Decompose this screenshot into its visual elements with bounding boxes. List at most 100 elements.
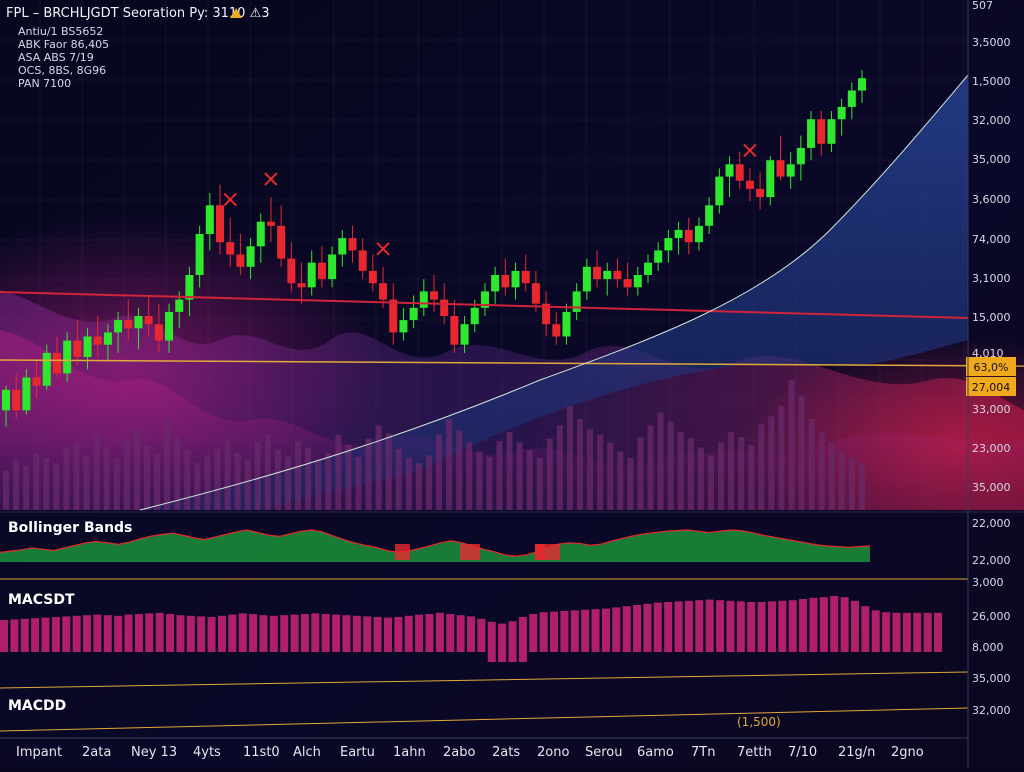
volume-bar	[53, 463, 60, 510]
candle-bearish	[501, 275, 510, 288]
macd-bar	[394, 617, 403, 652]
candle-bullish	[195, 234, 204, 275]
candle-bullish	[572, 291, 581, 312]
volume-bar	[526, 450, 533, 510]
candle-bullish	[827, 119, 836, 144]
macd-bar	[695, 600, 704, 652]
macd-bar	[383, 617, 392, 652]
candle-bullish	[22, 377, 31, 411]
volume-bar	[43, 458, 50, 510]
volume-bar	[627, 458, 634, 510]
volume-bar	[778, 406, 785, 510]
macd-bar-negative	[518, 652, 527, 662]
y-tick-label: 4,010	[972, 347, 1004, 360]
candle-bullish	[511, 270, 520, 288]
y-tick-label: 35,000	[972, 481, 1011, 494]
volume-bar	[375, 425, 382, 510]
chart-root: FPL – BRCHLJGDT Seoration Py: 3110 ⚠3 An…	[0, 0, 1024, 768]
volume-bar	[718, 442, 725, 510]
candle-bullish	[725, 164, 734, 177]
macd-bar-negative	[498, 652, 507, 662]
macd-bar	[124, 614, 133, 652]
volume-bar	[3, 471, 9, 510]
macd-bar	[581, 609, 590, 652]
macd-bar	[456, 615, 465, 652]
bollinger-bear-segment	[460, 544, 480, 560]
macd-bar	[114, 615, 123, 652]
indicator-line-2: ABK Faor 86,405	[18, 38, 109, 51]
candle-bullish	[562, 311, 571, 337]
x-tick-label: Serou	[585, 745, 623, 760]
candle-bullish	[205, 205, 214, 234]
candle-bullish	[705, 205, 714, 226]
volume-bar	[506, 432, 513, 510]
macd-bar	[425, 614, 434, 652]
candle-bearish	[297, 283, 306, 288]
macd-bar	[809, 597, 818, 652]
y-tick-label: 35,000	[972, 672, 1011, 685]
candle-bullish	[715, 176, 724, 206]
macd-bar	[20, 618, 29, 652]
candle-bullish	[766, 160, 775, 198]
candle-bullish	[2, 389, 10, 411]
volume-bar	[33, 452, 40, 510]
candle-bullish	[103, 332, 112, 345]
x-tick-label: Ney 13	[131, 745, 177, 760]
macd-bar	[404, 615, 413, 652]
volume-bar	[395, 448, 402, 510]
candle-bearish	[266, 221, 275, 226]
macd-bar	[923, 612, 932, 652]
x-tick-label: 7/10	[788, 745, 817, 760]
macd-bar	[902, 612, 911, 652]
macd-bar	[819, 597, 828, 652]
macd-bar	[300, 614, 309, 652]
volume-bar	[284, 456, 291, 510]
macd-bar	[51, 617, 60, 652]
volume-bar	[355, 456, 362, 510]
macd-bar	[892, 612, 901, 652]
volume-bar	[123, 441, 130, 510]
macd-bar	[684, 600, 693, 652]
volume-bar	[456, 430, 463, 510]
x-tick-label: 11st0	[243, 745, 280, 760]
macd-bar	[633, 605, 642, 652]
volume-bar	[415, 463, 422, 510]
macd-bar	[747, 602, 756, 652]
volume-bar	[184, 450, 191, 510]
volume-bar	[274, 450, 281, 510]
candle-bearish	[521, 270, 530, 284]
macd-bar	[290, 614, 299, 652]
candle-bearish	[368, 270, 377, 284]
candle-bearish	[216, 205, 224, 243]
macd-bar	[280, 615, 289, 652]
candle-bullish	[847, 90, 856, 107]
bollinger-title: Bollinger Bands	[8, 520, 132, 536]
candle-bullish	[807, 119, 816, 148]
macd-bar	[259, 615, 268, 652]
candle-bullish	[419, 291, 428, 308]
volume-bar	[597, 434, 604, 510]
macd-bar	[778, 600, 787, 652]
volume-bar	[818, 432, 825, 510]
macd-bar	[435, 612, 444, 652]
macd-bar	[560, 611, 569, 652]
macd-bar	[10, 619, 19, 652]
macd-bar	[539, 612, 548, 652]
macd-bar	[446, 614, 455, 652]
macd-bar	[145, 613, 154, 652]
candle-bearish	[745, 180, 754, 189]
macd-bar	[176, 615, 185, 652]
indicator-line-5: PAN 7100	[18, 77, 71, 90]
x-tick-label: 2gno	[891, 745, 924, 760]
x-tick-label: 2abo	[443, 745, 475, 760]
candle-bearish	[440, 299, 449, 316]
macd-bar	[41, 617, 50, 652]
y-tick-label: 3,1000	[972, 272, 1011, 285]
volume-bar	[365, 438, 372, 510]
macd-bar-negative	[487, 652, 496, 662]
volume-bar	[13, 460, 20, 510]
macd-bar	[716, 600, 725, 652]
macd-bar	[840, 597, 849, 652]
volume-bar	[73, 442, 80, 510]
volume-bar	[728, 432, 735, 510]
